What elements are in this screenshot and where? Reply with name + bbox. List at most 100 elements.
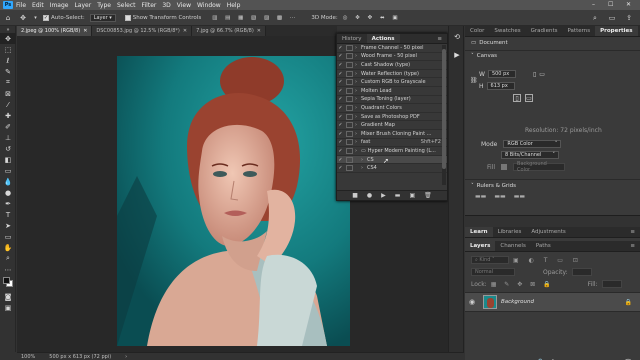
gradient-tool-icon[interactable]: ▭ — [0, 165, 16, 176]
bit-depth-dropdown[interactable]: 8 Bits/Channel ˅ — [501, 151, 559, 159]
quick-select-tool-icon[interactable]: ✎ — [0, 66, 16, 77]
dialog-toggle[interactable] — [346, 113, 353, 120]
tab-patterns[interactable]: Patterns — [562, 26, 595, 36]
trash-icon[interactable]: 🗑 — [424, 192, 432, 199]
close-icon[interactable]: ✕ — [183, 28, 187, 34]
menu-layer[interactable]: Layer — [74, 2, 91, 9]
action-row[interactable]: ✓ › Custom RGB to Grayscale — [337, 78, 447, 87]
chevron-down-icon[interactable]: ▾ — [33, 13, 38, 23]
action-row-selected[interactable]: ✓ › CS ➚ — [337, 155, 447, 165]
layer-row-background[interactable]: ◉ Background 🔒 — [465, 292, 640, 312]
canvas-section-header[interactable]: ˅ Canvas — [465, 51, 640, 61]
menu-file[interactable]: File — [16, 2, 26, 9]
ruler-controls[interactable]: ▬▬ ▬▬ ▬▬ — [475, 193, 525, 200]
color-swatches-icon[interactable] — [0, 275, 16, 291]
tab-learn[interactable]: Learn — [465, 227, 493, 237]
marquee-tool-icon[interactable]: ⬚ — [0, 44, 16, 55]
menu-filter[interactable]: Filter — [142, 2, 157, 9]
path-selection-tool-icon[interactable]: ➤ — [0, 220, 16, 231]
filter-kind-dropdown[interactable]: ⌕ Kind ˅ — [471, 256, 509, 264]
width-field[interactable]: 500 px — [487, 70, 516, 78]
check-icon[interactable]: ✓ — [337, 122, 344, 128]
doc-tab-2[interactable]: DSC00853.jpg @ 12.5% (RGB/8*) ✕ — [92, 26, 193, 36]
check-icon[interactable]: ✓ — [337, 96, 344, 102]
dialog-toggle[interactable] — [346, 87, 353, 94]
doc-tab-3[interactable]: 7.jpg @ 66.7% (RGB/8) ✕ — [192, 26, 266, 36]
check-icon[interactable]: ✓ — [337, 79, 344, 85]
tab-history[interactable]: History — [337, 34, 367, 43]
eyedropper-tool-icon[interactable]: ⁄ — [0, 99, 16, 110]
check-icon[interactable]: ✓ — [337, 148, 344, 154]
document-image[interactable] — [117, 56, 350, 346]
document-info[interactable]: 500 px x 613 px (72 ppi) — [49, 354, 111, 360]
action-set-row[interactable]: ✓ › ▭ Hyper Modern Painting (L... — [337, 147, 447, 156]
dialog-toggle[interactable] — [346, 96, 353, 103]
action-row[interactable]: ✓ › Wood Frame - 50 pixel — [337, 53, 447, 62]
check-icon[interactable]: ✓ — [337, 62, 344, 68]
mode-dropdown[interactable]: RGB Color ˅ — [503, 140, 562, 148]
dialog-toggle[interactable] — [346, 70, 353, 77]
dialog-toggle[interactable] — [346, 44, 353, 51]
panel-menu-icon[interactable]: ≡ — [625, 227, 640, 237]
scrollbar-thumb[interactable] — [442, 49, 446, 169]
auto-select-checkbox[interactable]: ✓ Auto-Select: — [43, 14, 85, 21]
tab-adjustments[interactable]: Adjustments — [526, 227, 570, 237]
actions-scrollbar[interactable] — [442, 45, 446, 185]
action-row[interactable]: ✓ › Cast Shadow (type) — [337, 61, 447, 70]
tab-swatches[interactable]: Swatches — [489, 26, 525, 36]
align-icons[interactable]: ▥ ▤ ▦ ▧ ▨ ▩ ⋯ — [212, 15, 298, 21]
play-icon[interactable]: ▶ — [381, 192, 386, 199]
menu-help[interactable]: Help — [227, 2, 241, 9]
layer-name[interactable]: Background — [501, 299, 625, 305]
quick-mask-icon[interactable]: ◙ — [0, 291, 16, 302]
home-icon[interactable]: ⌂ — [3, 13, 13, 23]
new-action-icon[interactable]: ▣ — [409, 192, 415, 199]
more-tools-icon[interactable]: ⋯ — [0, 264, 16, 275]
lasso-tool-icon[interactable]: ℓ — [0, 55, 16, 66]
dialog-toggle[interactable] — [346, 79, 353, 86]
action-row[interactable]: ✓ › fast Shft+F2 — [337, 139, 447, 148]
menu-window[interactable]: Window — [197, 2, 221, 9]
action-row[interactable]: ✓ › Water Reflection (type) — [337, 70, 447, 79]
collapse-toolbar-icon[interactable]: » — [0, 26, 16, 33]
check-icon[interactable]: ✓ — [337, 45, 344, 51]
menu-image[interactable]: Image — [50, 2, 69, 9]
check-icon[interactable]: ✓ — [337, 165, 344, 171]
filter-icons[interactable]: ▣ ◐ T ▭ ⊡ — [513, 257, 582, 264]
zoom-level[interactable]: 100% — [21, 354, 35, 360]
dialog-toggle[interactable] — [346, 122, 353, 129]
chevron-right-icon[interactable]: › — [125, 354, 127, 360]
dialog-toggle[interactable] — [346, 130, 353, 137]
orientation-portrait-icon[interactable]: ▯ — [533, 71, 536, 78]
action-row[interactable]: ✓ › Molten Lead — [337, 87, 447, 96]
dialog-toggle[interactable] — [346, 104, 353, 111]
tab-paths[interactable]: Paths — [531, 241, 556, 251]
fill-field[interactable] — [601, 280, 622, 288]
dialog-toggle[interactable] — [346, 53, 353, 60]
pen-tool-icon[interactable]: ✒ — [0, 198, 16, 209]
eraser-tool-icon[interactable]: ◧ — [0, 154, 16, 165]
frame-tool-icon[interactable]: ⊠ — [0, 88, 16, 99]
opacity-field[interactable] — [571, 268, 592, 276]
dialog-toggle[interactable] — [346, 156, 353, 163]
rulers-grids-header[interactable]: ˅ Rulers & Grids — [465, 181, 522, 191]
menu-type[interactable]: Type — [97, 2, 111, 9]
3d-mode-icons[interactable]: ◎ ✥ ✤ ⬌ ▣ — [343, 15, 401, 21]
menu-view[interactable]: View — [177, 2, 191, 9]
search-icon[interactable]: ⌕ — [590, 13, 600, 23]
rectangle-tool-icon[interactable]: ▭ — [0, 231, 16, 242]
show-transform-checkbox[interactable]: Show Transform Controls — [124, 14, 201, 21]
action-row[interactable]: ✓ › Mixer Brush Cloning Paint ... — [337, 130, 447, 139]
check-icon[interactable]: ✓ — [337, 71, 344, 77]
record-icon[interactable]: ● — [367, 192, 372, 199]
tab-gradients[interactable]: Gradients — [526, 26, 563, 36]
lock-icon[interactable]: 🔒 — [625, 299, 632, 306]
tab-color[interactable]: Color — [465, 26, 489, 36]
check-icon[interactable]: ✓ — [337, 114, 344, 120]
dialog-toggle[interactable] — [346, 61, 353, 68]
maximize-button[interactable]: ☐ — [608, 1, 613, 8]
screen-mode-icon[interactable]: ▣ — [0, 302, 16, 313]
eye-icon[interactable]: ◉ — [465, 298, 479, 306]
close-icon[interactable]: ✕ — [83, 28, 87, 34]
photoshop-logo-icon[interactable]: Ps — [3, 1, 13, 9]
